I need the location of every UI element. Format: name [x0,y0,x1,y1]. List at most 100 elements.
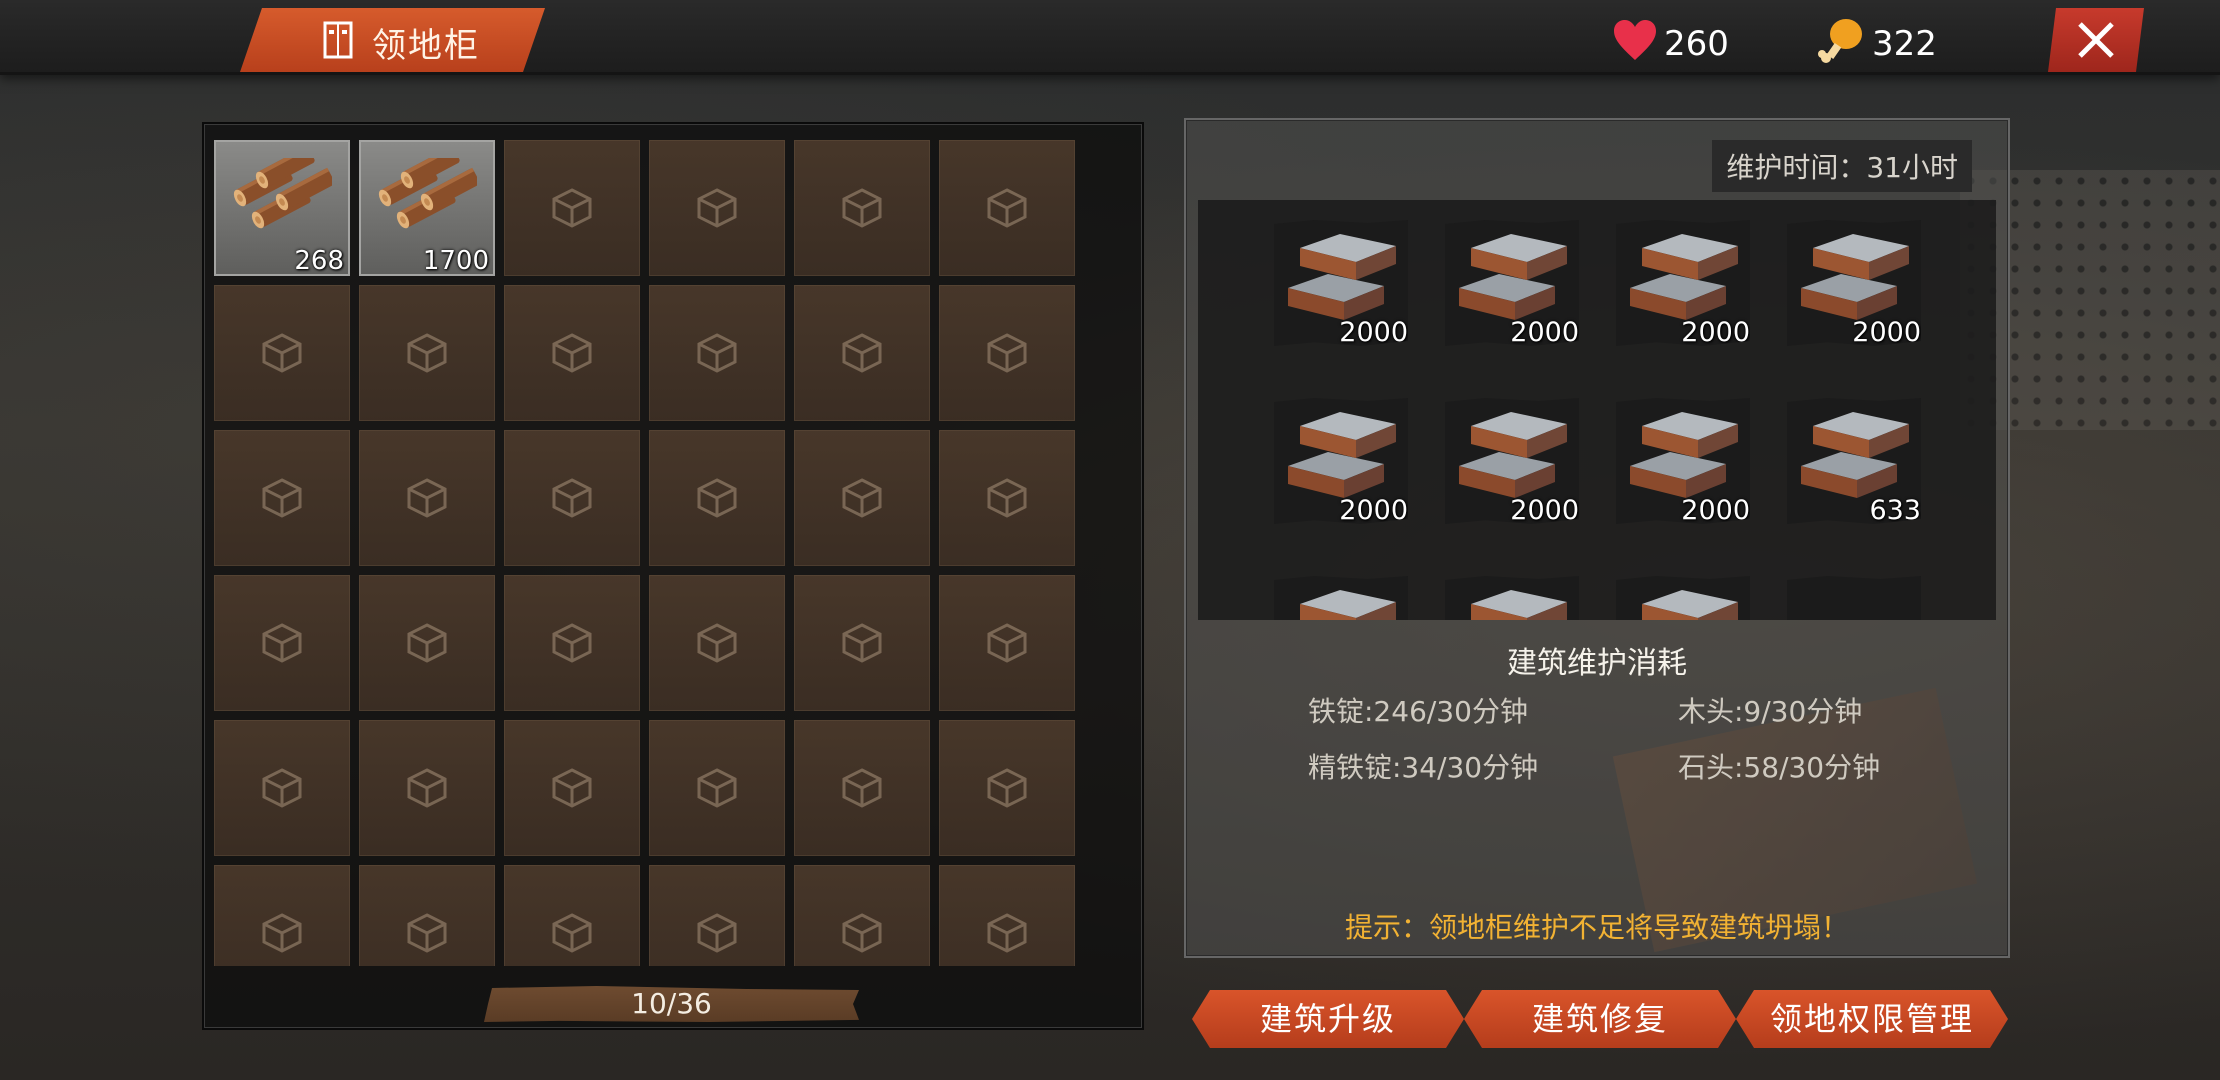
inventory-slot-empty[interactable] [504,430,640,566]
close-button[interactable] [2048,8,2144,72]
inventory-slot-empty[interactable] [939,285,1075,421]
empty-slot-box-icon [987,913,1027,953]
item-count: 1700 [422,246,489,276]
maintenance-item-slot[interactable]: 2000 [1787,220,1921,346]
empty-slot-box-icon [842,768,882,808]
inventory-slot-empty[interactable] [649,720,785,856]
food-value: 322 [1872,24,1937,64]
maintenance-items[interactable]: 2000 2000 2000 2000 2000 2000 2000 633 [1198,200,1996,620]
maintenance-item-slot[interactable]: 2000 [1445,220,1579,346]
inventory-slot-empty[interactable] [504,865,640,966]
item-count: 2000 [1339,317,1408,348]
maintenance-item-slot[interactable]: 2000 [1274,220,1408,346]
inventory-slot-empty[interactable] [214,865,350,966]
inventory-slot-empty[interactable] [214,285,350,421]
empty-slot-box-icon [262,913,302,953]
consumption-refined-iron: 精铁锭:34/30分钟 [1308,751,1539,784]
inventory-slot-empty[interactable] [214,720,350,856]
inventory-slot-empty[interactable] [939,575,1075,711]
empty-slot-box-icon [697,478,737,518]
empty-slot-box-icon [407,478,447,518]
inventory-slot-filled[interactable]: 1700 [359,140,495,276]
empty-slot-box-icon [842,623,882,663]
empty-slot-box-icon [262,478,302,518]
item-count: 2000 [1681,495,1750,526]
empty-slot-box-icon [842,913,882,953]
maintenance-item-slot-partial[interactable] [1445,576,1579,620]
item-count: 2000 [1510,317,1579,348]
item-count: 2000 [1681,317,1750,348]
maintenance-item-slot[interactable]: 2000 [1616,220,1750,346]
inventory-slot-empty[interactable] [504,720,640,856]
consumption-stone: 石头:58/30分钟 [1678,751,1881,784]
inventory-slot-empty[interactable] [504,285,640,421]
inventory-slot-empty[interactable] [359,720,495,856]
inventory-slot-filled[interactable]: 268 [214,140,350,276]
repair-button[interactable]: 建筑修复 [1464,990,1736,1048]
inventory-slot-empty[interactable] [649,575,785,711]
empty-slot-box-icon [987,768,1027,808]
inventory-slot-empty[interactable] [214,430,350,566]
empty-slot-box-icon [697,768,737,808]
consumption-iron: 铁锭:246/30分钟 [1308,695,1528,728]
inventory-grid: 268 1700 [214,140,1075,966]
maintenance-item-slot-partial[interactable] [1274,576,1408,620]
inventory-slot-empty[interactable] [794,285,930,421]
close-icon [2074,18,2118,62]
inventory-slot-empty[interactable] [649,430,785,566]
inventory-slot-empty[interactable] [649,285,785,421]
maintenance-item-slot[interactable]: 2000 [1274,398,1408,524]
empty-slot-box-icon [697,623,737,663]
permissions-button[interactable]: 领地权限管理 [1736,990,2008,1048]
inventory-slot-empty[interactable] [794,430,930,566]
empty-slot-box-icon [987,478,1027,518]
empty-slot-box-icon [842,478,882,518]
item-count: 2000 [1339,495,1408,526]
empty-slot-box-icon [262,768,302,808]
empty-slot-box-icon [407,768,447,808]
inventory-slot-empty[interactable] [939,865,1075,966]
consumption-wood: 木头:9/30分钟 [1678,695,1863,728]
inventory-slot-empty[interactable] [939,430,1075,566]
maintenance-item-slot[interactable]: 633 [1787,398,1921,524]
item-count: 2000 [1510,495,1579,526]
inventory-slot-empty[interactable] [794,140,930,276]
empty-slot-box-icon [552,913,592,953]
inventory-slot-empty[interactable] [794,575,930,711]
inventory-slot-empty[interactable] [359,285,495,421]
upgrade-button[interactable]: 建筑升级 [1192,990,1464,1048]
inventory-slot-empty[interactable] [794,720,930,856]
empty-slot-box-icon [697,913,737,953]
item-count: 633 [1869,495,1921,526]
maintenance-item-slot-partial[interactable] [1616,576,1750,620]
inventory-slot-empty[interactable] [504,140,640,276]
maintenance-time: 维护时间：31小时 [1712,140,1972,192]
inventory-slot-empty[interactable] [939,720,1075,856]
inventory-slot-empty[interactable] [359,865,495,966]
empty-slot-box-icon [987,188,1027,228]
heart-icon [1614,20,1656,60]
iron-ingot-icon [1471,590,1567,620]
empty-slot-box-icon [987,333,1027,373]
top-bar: 领地柜 260 322 [0,0,2220,75]
inventory-slot-empty[interactable] [794,865,930,966]
inventory-slot-empty[interactable] [214,575,350,711]
inventory-slot-empty[interactable] [649,140,785,276]
maintenance-item-slot[interactable]: 2000 [1445,398,1579,524]
health-value: 260 [1664,24,1729,64]
item-count: 2000 [1852,317,1921,348]
capacity-text: 10/36 [631,987,712,1020]
drumstick-icon [1818,19,1862,63]
hint-text: 提示：领地柜维护不足将导致建筑坍塌！ [1344,911,1849,944]
wood-logs-icon [378,158,477,229]
inventory-slot-empty[interactable] [649,865,785,966]
empty-slot-box-icon [407,623,447,663]
inventory-slot-empty[interactable] [359,430,495,566]
maintenance-item-slot[interactable]: 2000 [1616,398,1750,524]
empty-slot-box-icon [697,333,737,373]
maintenance-item-slot-partial[interactable] [1787,576,1921,620]
inventory-slot-empty[interactable] [359,575,495,711]
wood-logs-icon [233,158,332,229]
inventory-slot-empty[interactable] [504,575,640,711]
inventory-slot-empty[interactable] [939,140,1075,276]
